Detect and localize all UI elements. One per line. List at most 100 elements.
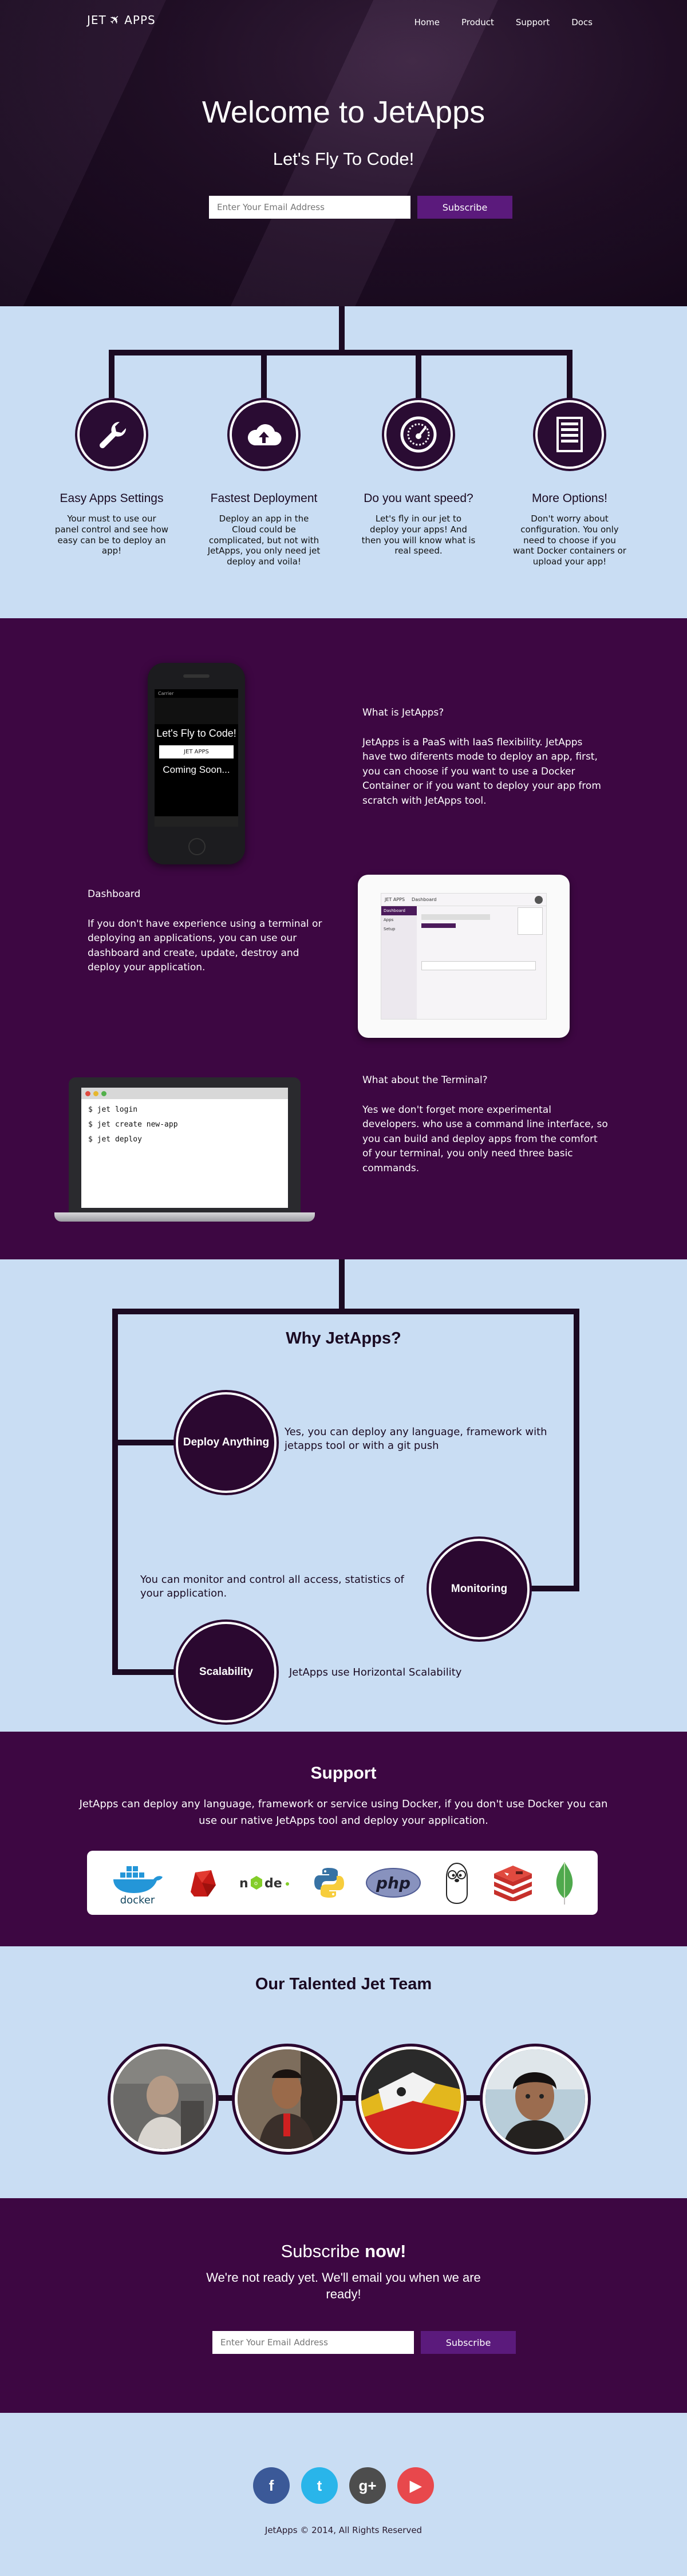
tree-trunk [339, 306, 345, 353]
phone-coming-soon: Coming Soon... [163, 764, 230, 775]
subscribe-section: Subscribe now! We're not ready yet. We'l… [0, 2198, 687, 2413]
nav-docs-link[interactable]: Docs [571, 17, 593, 27]
laptop-mockup: $ jet login $ jet create new-app $ jet d… [54, 1077, 315, 1222]
footer-email-input[interactable] [212, 2331, 414, 2354]
team-member-photo[interactable] [483, 2046, 588, 2152]
phone-logo: JET APPS [159, 745, 234, 758]
docker-icon: docker [109, 1860, 166, 1906]
twitter-icon[interactable]: t [301, 2467, 338, 2504]
youtube-icon[interactable]: ▶ [397, 2467, 434, 2504]
tablet-heading: Dashboard [412, 897, 437, 902]
team-member-photo[interactable] [110, 2046, 216, 2152]
feature-text: Don't worry about configuration. You onl… [513, 513, 626, 567]
subscribe-title-plain: Subscribe [281, 2241, 365, 2261]
tree-drop-3 [416, 350, 421, 401]
tree-drop-1 [109, 350, 114, 401]
facebook-icon[interactable]: f [253, 2467, 290, 2504]
logo-suffix: APPS [124, 13, 156, 27]
google-plus-icon[interactable]: g+ [349, 2467, 386, 2504]
why-left-connector-1 [112, 1440, 175, 1445]
logo[interactable]: JET ✈ APPS [87, 11, 156, 29]
why-right-connector [530, 1586, 579, 1591]
what-is-block: What is JetApps? JetApps is a PaaS with … [362, 706, 609, 808]
phone-speaker [183, 674, 210, 678]
subscribe-title: Subscribe now! [0, 2241, 687, 2262]
laptop-base [54, 1212, 315, 1222]
speedometer-icon [384, 400, 453, 469]
hero-section: JET ✈ APPS Home Product Support Docs Wel… [0, 0, 687, 306]
bubble-scalability: Scalability [176, 1622, 277, 1722]
logo-text: JET [87, 13, 106, 27]
hero-subtitle: Let's Fly To Code! [273, 149, 414, 169]
why-section: Why JetApps? Deploy Anything Yes, you ca… [0, 1259, 687, 1732]
tablet-mockup: JET APPS Dashboard Dashboard Apps Setup [358, 875, 570, 1038]
feature-easy-settings: Easy Apps Settings Your must to use our … [54, 400, 169, 556]
phone-screen: Carrier Let's Fly to Code! JET APPS Comi… [155, 689, 238, 827]
tablet-screen: JET APPS Dashboard Dashboard Apps Setup [381, 893, 547, 1020]
features-section: Easy Apps Settings Your must to use our … [0, 306, 687, 618]
phone-home-button [188, 838, 206, 855]
support-section: Support JetApps can deploy any language,… [0, 1732, 687, 1946]
footer-subscribe-button[interactable]: Subscribe [421, 2331, 516, 2354]
bubble-deploy-anything: Deploy Anything [176, 1392, 277, 1493]
terminal-command: $ jet deploy [88, 1135, 142, 1144]
tech-logos-panel: docker n o de php [87, 1851, 598, 1915]
go-gopher-icon [441, 1860, 473, 1906]
hero-subscribe-button[interactable]: Subscribe [417, 196, 512, 219]
why-trunk [339, 1259, 345, 1312]
copyright: JetApps © 2014, All Rights Reserved [264, 2525, 423, 2535]
feature-text: Deploy an app in the Cloud could be comp… [207, 513, 321, 567]
why-left-line [112, 1309, 118, 1675]
terminal-command: $ jet create new-app [88, 1120, 178, 1129]
team-member-photo[interactable] [235, 2046, 340, 2152]
why-right-line [574, 1309, 579, 1591]
feature-text: Your must to use our panel control and s… [54, 513, 169, 556]
phone-title: Let's Fly to Code! [156, 728, 236, 739]
why-left-connector-2 [112, 1669, 175, 1675]
about-section: Carrier Let's Fly to Code! JET APPS Comi… [0, 618, 687, 1259]
footer-subscribe-form: Subscribe [212, 2331, 516, 2354]
svg-text:de: de [264, 1876, 282, 1891]
dashboard-block: Dashboard If you don't have experience u… [88, 887, 334, 975]
terminal-title: What about the Terminal? [362, 1074, 488, 1086]
hero-title: Welcome to JetApps [202, 95, 485, 129]
nav-support-link[interactable]: Support [516, 17, 550, 27]
why-title: Why JetApps? [286, 1329, 401, 1348]
server-icon [535, 400, 604, 469]
why-top-line [112, 1309, 579, 1314]
tree-drop-4 [567, 350, 572, 401]
team-member-photo[interactable] [358, 2046, 464, 2152]
support-text: JetApps can deploy any language, framewo… [79, 1798, 608, 1827]
nav-home-link[interactable]: Home [414, 17, 440, 27]
top-nav: JET ✈ APPS Home Product Support Docs [0, 0, 687, 45]
support-title: Support [310, 1764, 377, 1783]
dashboard-text: If you don't have experience using a ter… [88, 918, 322, 974]
scalability-text: JetApps use Horizontal Scalability [289, 1666, 462, 1678]
tree-drop-2 [261, 350, 267, 401]
what-is-title: What is JetApps? [362, 707, 444, 718]
monitoring-text: You can monitor and control all access, … [140, 1574, 404, 1600]
tree-branch [109, 350, 572, 355]
subscribe-message: We're not ready yet. We'll email you whe… [206, 2270, 481, 2301]
redis-icon [492, 1860, 534, 1906]
feature-title: Do you want speed? [364, 492, 473, 505]
nav-product-link[interactable]: Product [461, 17, 494, 27]
feature-title: Easy Apps Settings [60, 492, 164, 505]
nodejs-icon: n o de [238, 1860, 293, 1906]
php-icon: php [365, 1860, 422, 1906]
svg-text:php: php [376, 1874, 410, 1893]
mongodb-icon [553, 1860, 576, 1906]
terminal-block: What about the Terminal? Yes we don't fo… [362, 1073, 609, 1176]
wrench-icon [77, 400, 146, 469]
nav-menu: Home Product Support Docs [414, 17, 593, 27]
tablet-menu-item: Dashboard [381, 906, 417, 915]
python-icon [312, 1860, 346, 1906]
team-connector-line [166, 2095, 521, 2101]
svg-text:o: o [254, 1880, 258, 1887]
laptop-lid: $ jet login $ jet create new-app $ jet d… [69, 1077, 301, 1212]
terminal-command: $ jet login [88, 1105, 138, 1114]
team-section: Our Talented Jet Team [0, 1946, 687, 2198]
hero-email-input[interactable] [209, 196, 410, 219]
cloud-upload-icon [230, 400, 298, 469]
svg-text:docker: docker [120, 1894, 155, 1906]
